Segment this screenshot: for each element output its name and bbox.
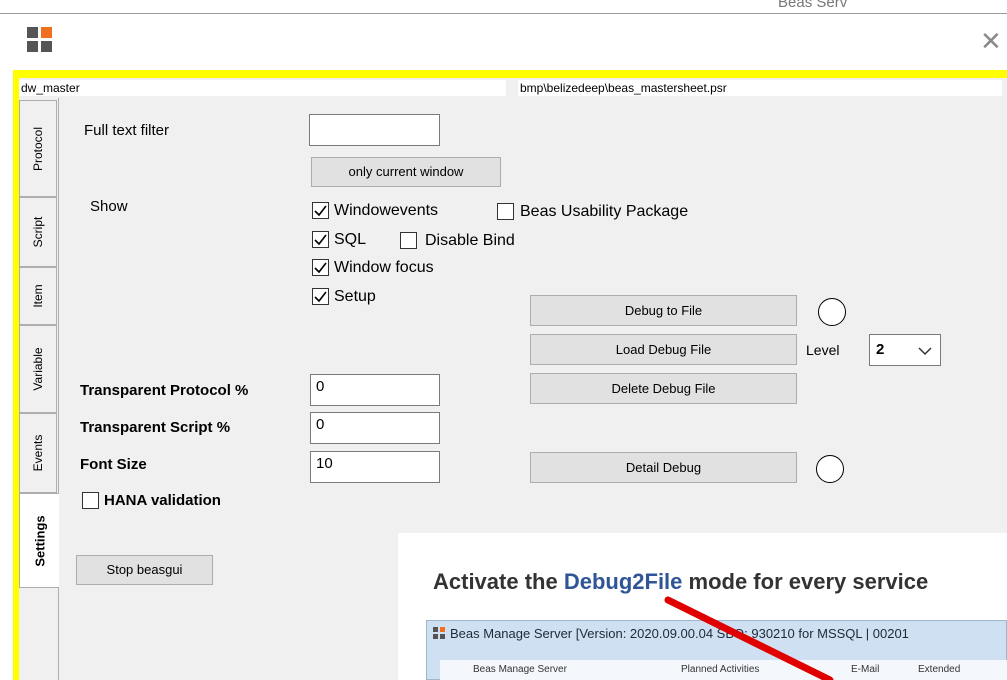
level-select[interactable]: 2 bbox=[869, 334, 941, 366]
windowevents-checkbox[interactable] bbox=[312, 202, 329, 219]
tab-item[interactable]: Item bbox=[19, 267, 57, 325]
tab-settings[interactable]: Settings bbox=[19, 493, 59, 588]
transparent-protocol-input[interactable]: 0 bbox=[310, 374, 440, 406]
disable-bind-label: Disable Bind bbox=[425, 232, 515, 249]
disable-bind-checkbox[interactable] bbox=[400, 232, 417, 249]
full-text-filter-label: Full text filter bbox=[84, 122, 170, 139]
detail-debug-indicator bbox=[816, 455, 844, 483]
stop-beasgui-button[interactable]: Stop beasgui bbox=[76, 555, 213, 585]
load-debug-file-button[interactable]: Load Debug File bbox=[530, 334, 797, 365]
path-right: bmp\belizedeep\beas_mastersheet.psr bbox=[518, 80, 1002, 96]
embedded-tab: Planned Activities bbox=[681, 664, 760, 675]
background-window-title: Beas Serv bbox=[778, 0, 848, 11]
tab-variable[interactable]: Variable bbox=[19, 325, 57, 413]
font-size-label: Font Size bbox=[80, 456, 147, 473]
transparent-script-input[interactable]: 0 bbox=[310, 412, 440, 444]
beas-usability-checkbox[interactable] bbox=[497, 203, 514, 220]
debug-to-file-button[interactable]: Debug to File bbox=[530, 295, 797, 326]
top-divider bbox=[0, 13, 1007, 14]
setup-checkbox[interactable] bbox=[312, 288, 329, 305]
hana-validation-checkbox[interactable] bbox=[82, 492, 99, 509]
tab-script[interactable]: Script bbox=[19, 197, 57, 267]
level-value: 2 bbox=[876, 341, 885, 358]
delete-debug-file-button[interactable]: Delete Debug File bbox=[530, 373, 797, 404]
sql-checkbox[interactable] bbox=[312, 231, 329, 248]
embedded-tab: Beas Manage Server bbox=[473, 664, 567, 675]
close-icon[interactable]: ✕ bbox=[980, 28, 1002, 54]
detail-debug-button[interactable]: Detail Debug bbox=[530, 452, 797, 483]
transparent-protocol-label: Transparent Protocol % bbox=[80, 382, 249, 399]
tab-events[interactable]: Events bbox=[19, 413, 57, 493]
level-label: Level bbox=[806, 342, 840, 358]
tab-protocol[interactable]: Protocol bbox=[19, 100, 57, 197]
app-logo-icon bbox=[27, 27, 53, 58]
vertical-tab-strip: Protocol Script Item Variable Events Set… bbox=[19, 100, 59, 680]
checkmark-icon bbox=[314, 291, 327, 303]
embedded-tab: Extended bbox=[918, 664, 961, 675]
overlay-slide-title: Activate the Debug2File mode for every s… bbox=[433, 569, 929, 594]
checkmark-icon bbox=[314, 234, 327, 246]
chevron-down-icon bbox=[918, 347, 932, 356]
hana-validation-label: HANA validation bbox=[104, 492, 221, 509]
only-current-window-button[interactable]: only current window bbox=[311, 157, 501, 187]
setup-label: Setup bbox=[334, 288, 376, 305]
embedded-tab: E-Mail bbox=[851, 664, 880, 675]
debug-to-file-indicator bbox=[818, 298, 846, 326]
window-focus-checkbox[interactable] bbox=[312, 259, 329, 276]
embedded-app-logo-icon bbox=[433, 627, 446, 645]
embedded-window-title: Beas Manage Server [Version: 2020.09.00.… bbox=[450, 626, 909, 641]
beas-usability-label: Beas Usability Package bbox=[520, 203, 689, 220]
window-focus-label: Window focus bbox=[334, 259, 434, 276]
font-size-input[interactable]: 10 bbox=[310, 451, 440, 483]
sql-label: SQL bbox=[334, 231, 367, 248]
path-left: dw_master bbox=[19, 80, 506, 96]
windowevents-label: Windowevents bbox=[334, 202, 439, 219]
transparent-script-label: Transparent Script % bbox=[80, 419, 231, 436]
show-label: Show bbox=[90, 198, 128, 215]
full-text-filter-input[interactable] bbox=[309, 114, 440, 146]
checkmark-icon bbox=[314, 262, 327, 274]
checkmark-icon bbox=[314, 205, 327, 217]
